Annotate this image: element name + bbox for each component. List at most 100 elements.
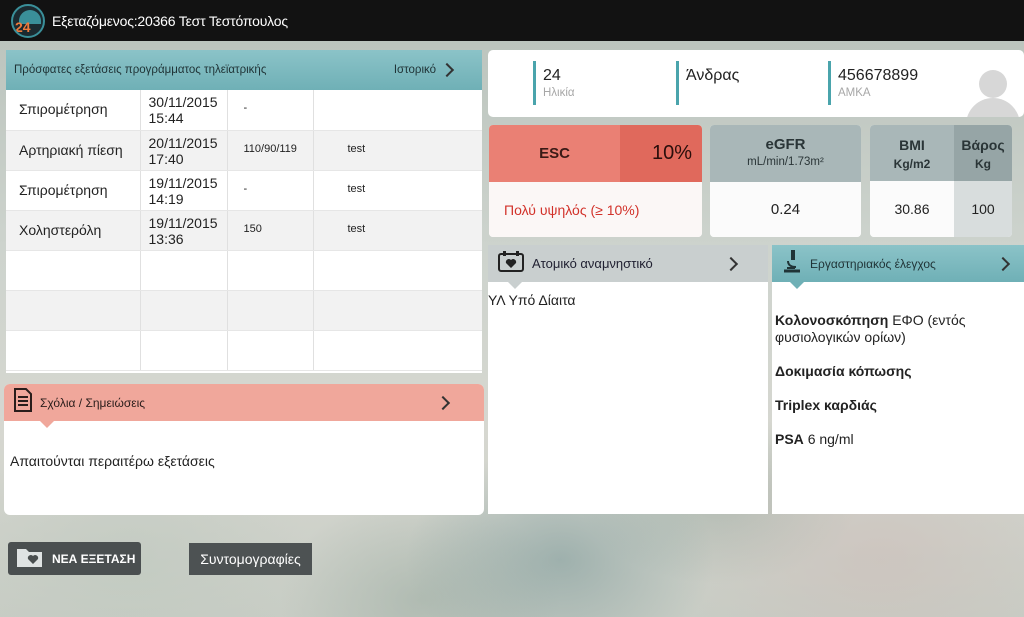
personal-history-card: Ατομικό αναμνηστικό ΥΛ Υπό Δίαιτα: [488, 245, 768, 514]
lab-item-name: Triplex καρδιάς: [775, 397, 877, 413]
exam-value: -: [227, 170, 314, 211]
shortcuts-button[interactable]: Συντομογραφίες: [189, 543, 312, 575]
lab-item-detail: 6 ng/ml: [807, 431, 854, 447]
exam-time: 13:36: [148, 230, 184, 247]
lab-tests-header[interactable]: Εργαστηριακός έλεγχος: [772, 245, 1024, 289]
list-item: PSA 6 ng/ml: [775, 431, 1018, 448]
personal-history-text: ΥΛ Υπό Δίαιτα: [488, 292, 576, 308]
history-link[interactable]: Ιστορικό: [393, 62, 455, 78]
new-exam-button[interactable]: ΝΕΑ ΕΞΕΤΑΣΗ: [8, 542, 141, 575]
recent-exams-header[interactable]: Πρόσφατες εξετάσεις προγράμματος τηλεϊατ…: [6, 50, 482, 90]
exam-name: Αρτηριακή πίεση: [6, 130, 141, 171]
exam-time: 15:44: [148, 110, 184, 126]
weight-column: Βάρος Kg 100: [954, 125, 1012, 237]
exam-name: Χοληστερόλη: [6, 210, 141, 251]
amka-value: 456678899: [838, 67, 919, 84]
egfr-value: 0.24: [710, 182, 861, 237]
bmi-label: BMI: [899, 137, 925, 153]
lab-item-name: Δοκιμασία κόπωσης: [775, 363, 912, 379]
patient-info-card: 24 Ηλικία Άνδρας 456678899 ΑΜΚΑ: [488, 50, 1024, 117]
weight-unit: Kg: [975, 157, 991, 171]
table-row[interactable]: Αρτηριακή πίεση 20/11/2015 17:40 110/90/1…: [6, 130, 482, 171]
list-item: Κολονοσκόπηση ΕΦΟ (εντός φυσιολογικών ορ…: [775, 312, 1018, 346]
esc-value: 10%: [620, 125, 702, 182]
comments-card: Σχόλια / Σημειώσεις Απαιτούνται περαιτέρ…: [4, 384, 484, 515]
bmi-unit: Kg/m2: [893, 157, 931, 171]
avatar[interactable]: [964, 70, 1022, 117]
exam-datetime: 19/11/2015 14:19: [140, 170, 228, 211]
exam-date: 30/11/2015: [148, 94, 218, 110]
egfr-label: eGFR: [765, 136, 806, 153]
exam-value: 110/90/119: [227, 130, 314, 171]
table-row-empty: [6, 250, 482, 291]
comments-header[interactable]: Σχόλια / Σημειώσεις: [4, 384, 484, 428]
table-row-empty: [6, 290, 482, 331]
chevron-right-icon[interactable]: [995, 256, 1011, 271]
sex-field: Άνδρας: [676, 61, 739, 105]
comments-text: Απαιτούνται περαιτέρω εξετάσεις: [10, 453, 215, 469]
age-field: 24 Ηλικία: [533, 61, 575, 105]
egfr-card: eGFR mL/min/1.73m² 0.24: [710, 125, 861, 237]
egfr-unit: mL/min/1.73m²: [747, 156, 824, 168]
age-label: Ηλικία: [543, 87, 575, 99]
lab-tests-list: Κολονοσκόπηση ΕΦΟ (εντός φυσιολογικών ορ…: [772, 282, 1024, 448]
esc-card: ESC 10% Πολύ υψηλός (≥ 10%): [489, 125, 702, 237]
exam-date: 19/11/2015: [148, 174, 218, 191]
exam-datetime: 19/11/2015 13:36: [140, 210, 228, 251]
esc-risk-text: Πολύ υψηλός (≥ 10%): [489, 182, 702, 237]
exam-name: Σπιρομέτρηση: [6, 90, 141, 131]
exam-note: test: [313, 130, 482, 171]
recent-exams-card: Πρόσφατες εξετάσεις προγράμματος τηλεϊατ…: [6, 50, 482, 373]
table-row-empty: [6, 330, 482, 371]
recent-exams-table: Σπιρομέτρηση 30/11/2015 15:44 - Αρτηριακή…: [6, 90, 482, 371]
chevron-right-icon[interactable]: [723, 256, 739, 271]
exam-value: -: [227, 90, 314, 131]
document-icon: [12, 388, 34, 417]
table-row[interactable]: Σπιρομέτρηση 19/11/2015 14:19 - test: [6, 170, 482, 211]
table-row[interactable]: Σπιρομέτρηση 30/11/2015 15:44 -: [6, 90, 482, 131]
sex-value: Άνδρας: [686, 67, 740, 84]
microscope-icon: [782, 249, 802, 278]
personal-history-title: Ατομικό αναμνηστικό: [532, 256, 653, 271]
exam-datetime: 20/11/2015 17:40: [140, 130, 228, 171]
esc-label: ESC: [489, 125, 620, 182]
exam-datetime: 30/11/2015 15:44: [140, 90, 228, 131]
recent-exams-title: Πρόσφατες εξετάσεις προγράμματος τηλεϊατ…: [14, 64, 267, 76]
comments-title: Σχόλια / Σημειώσεις: [40, 395, 146, 410]
table-row[interactable]: Χοληστερόλη 19/11/2015 13:36 150 test: [6, 210, 482, 251]
exam-note: test: [313, 210, 482, 251]
exam-note: [313, 90, 482, 131]
header-pointer: [40, 421, 54, 428]
logo-text: 24: [15, 18, 31, 35]
list-item: Δοκιμασία κόπωσης: [775, 363, 1018, 380]
lab-tests-card: Εργαστηριακός έλεγχος Κολονοσκόπηση ΕΦΟ …: [772, 245, 1024, 514]
age-value: 24: [543, 67, 561, 84]
personal-history-header[interactable]: Ατομικό αναμνηστικό: [488, 245, 768, 289]
exam-name: Σπιρομέτρηση: [6, 170, 141, 211]
amka-label: ΑΜΚΑ: [838, 87, 871, 99]
lab-item-name: Κολονοσκόπηση: [775, 312, 889, 328]
list-item: Triplex καρδιάς: [775, 397, 1018, 414]
header-pointer: [508, 282, 522, 289]
chevron-right-icon[interactable]: [435, 395, 451, 410]
bmi-value: 30.86: [870, 181, 954, 237]
new-exam-label: ΝΕΑ ΕΞΕΤΑΣΗ: [52, 551, 136, 566]
exam-date: 20/11/2015: [148, 134, 218, 151]
amka-field: 456678899 ΑΜΚΑ: [828, 61, 918, 105]
history-link-label: Ιστορικό: [393, 64, 436, 76]
bmi-column: BMI Kg/m2 30.86: [870, 125, 954, 237]
patient-title: Εξεταζόμενος:20366 Τεστ Τεστόπουλος: [52, 12, 288, 29]
exam-value: 150: [227, 210, 314, 251]
weight-value: 100: [954, 181, 1012, 237]
exam-note: test: [313, 170, 482, 211]
exam-time: 14:19: [148, 190, 184, 207]
exam-time: 17:40: [148, 150, 184, 167]
heart-folder-icon: [498, 250, 524, 277]
lab-tests-title: Εργαστηριακός έλεγχος: [810, 256, 936, 271]
shortcuts-label: Συντομογραφίες: [200, 551, 301, 567]
chevron-right-icon: [439, 62, 455, 78]
lab-item-name: PSA: [775, 431, 804, 447]
folder-heart-icon: [16, 546, 44, 571]
exam-date: 19/11/2015: [148, 214, 218, 231]
header-pointer: [790, 282, 804, 289]
